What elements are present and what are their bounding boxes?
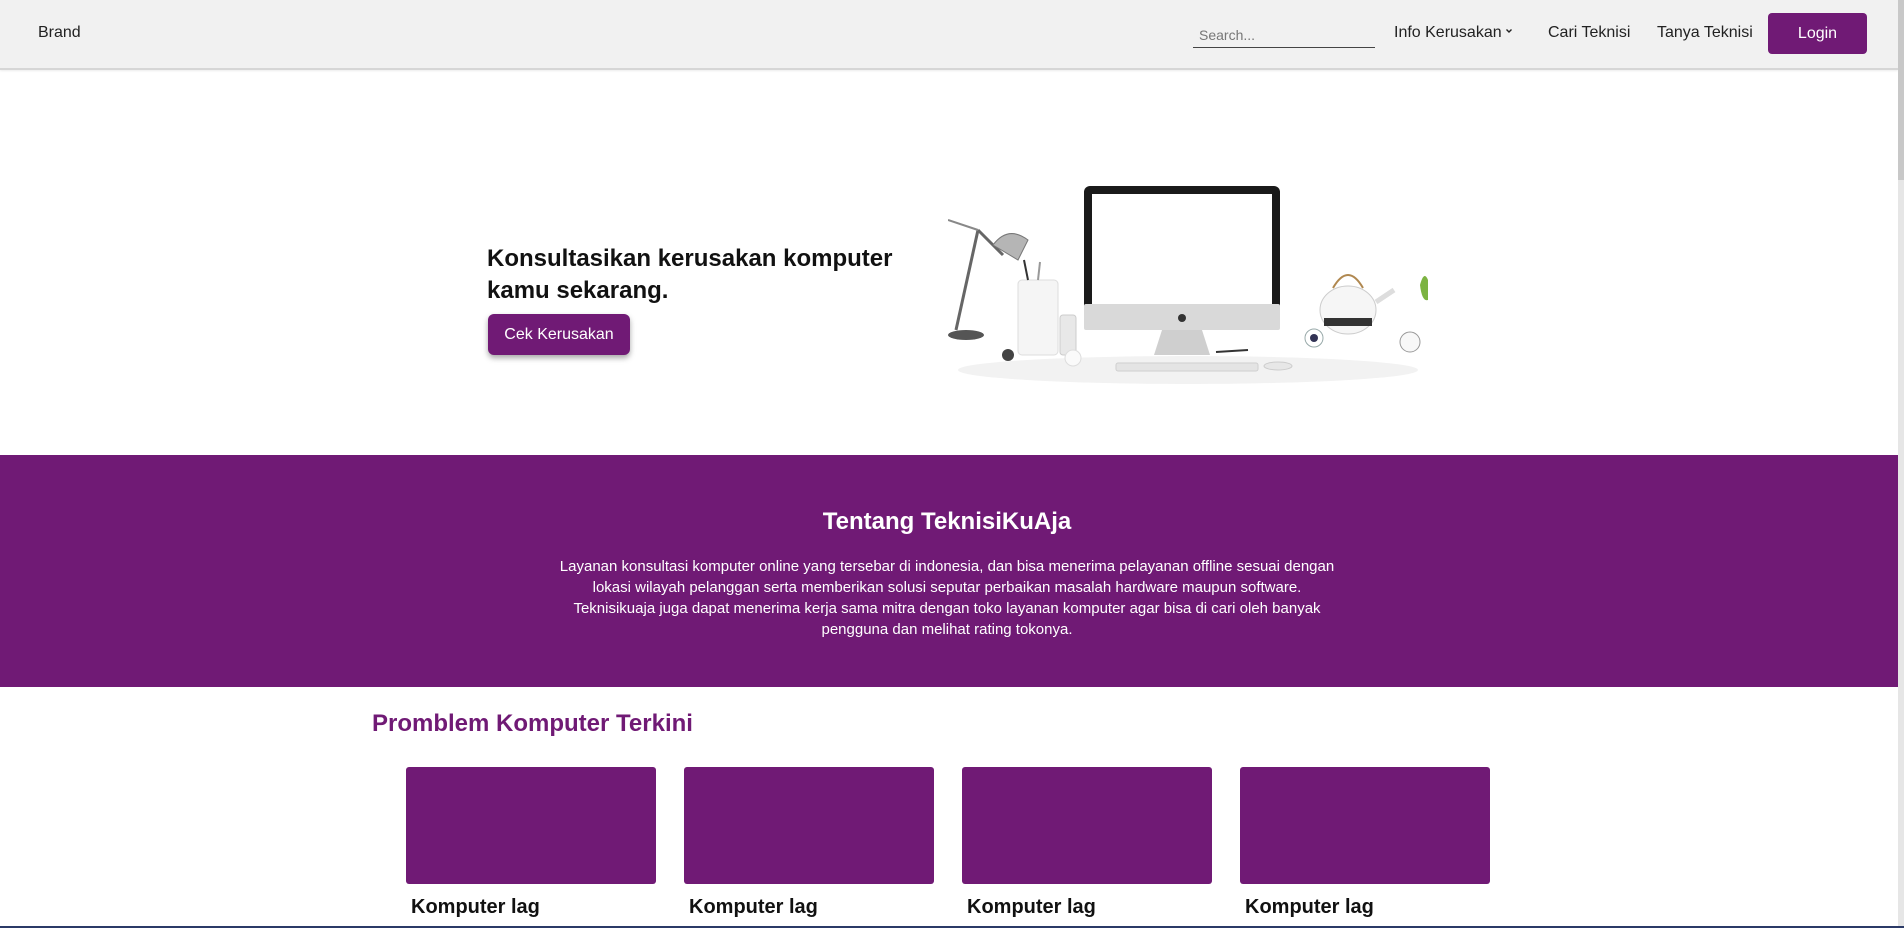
navbar: Brand Info Kerusakan Cari Teknisi Tanya … [0, 0, 1898, 70]
card-title: Komputer lag [1245, 896, 1374, 918]
about-title: Tentang TeknisiKuAja [822, 508, 1072, 535]
hero-title: Konsultasikan kerusakan komputer kamu se… [487, 245, 893, 304]
nav-item-info-kerusakan[interactable]: Info Kerusakan [1394, 24, 1502, 42]
problem-card[interactable]: Komputer lag [1240, 767, 1490, 919]
about-description: Layanan konsultasi komputer online yang … [559, 558, 1335, 638]
card-image [406, 767, 656, 884]
nav-item-tanya-teknisi[interactable]: Tanya Teknisi [1657, 24, 1753, 42]
desk-lamp-icon [948, 219, 1029, 340]
card-title: Komputer lag [967, 896, 1096, 918]
problems-section-title: Promblem Komputer Terkini [372, 710, 693, 737]
card-image [684, 767, 934, 884]
brand-logo[interactable]: Brand [38, 24, 81, 42]
chevron-down-icon[interactable] [1505, 27, 1513, 35]
problem-card[interactable]: Komputer lag [406, 767, 656, 919]
card-image [962, 767, 1212, 884]
cek-kerusakan-button[interactable]: Cek Kerusakan [488, 314, 630, 355]
card-image [1240, 767, 1490, 884]
problem-card[interactable]: Komputer lag [962, 767, 1212, 919]
card-title: Komputer lag [689, 896, 818, 918]
scrollbar-thumb[interactable] [1898, 0, 1904, 180]
problem-card[interactable]: Komputer lag [684, 767, 934, 919]
search-input[interactable] [1193, 22, 1375, 48]
monitor-icon [1084, 186, 1280, 355]
nav-item-cari-teknisi[interactable]: Cari Teknisi [1548, 24, 1630, 42]
vertical-scrollbar[interactable] [1898, 0, 1904, 928]
about-section: Tentang TeknisiKuAja Layanan konsultasi … [0, 455, 1898, 687]
desk-computer-illustration [948, 186, 1428, 384]
login-button[interactable]: Login [1768, 13, 1867, 54]
card-title: Komputer lag [411, 896, 540, 918]
kettle-icon [1319, 274, 1396, 335]
